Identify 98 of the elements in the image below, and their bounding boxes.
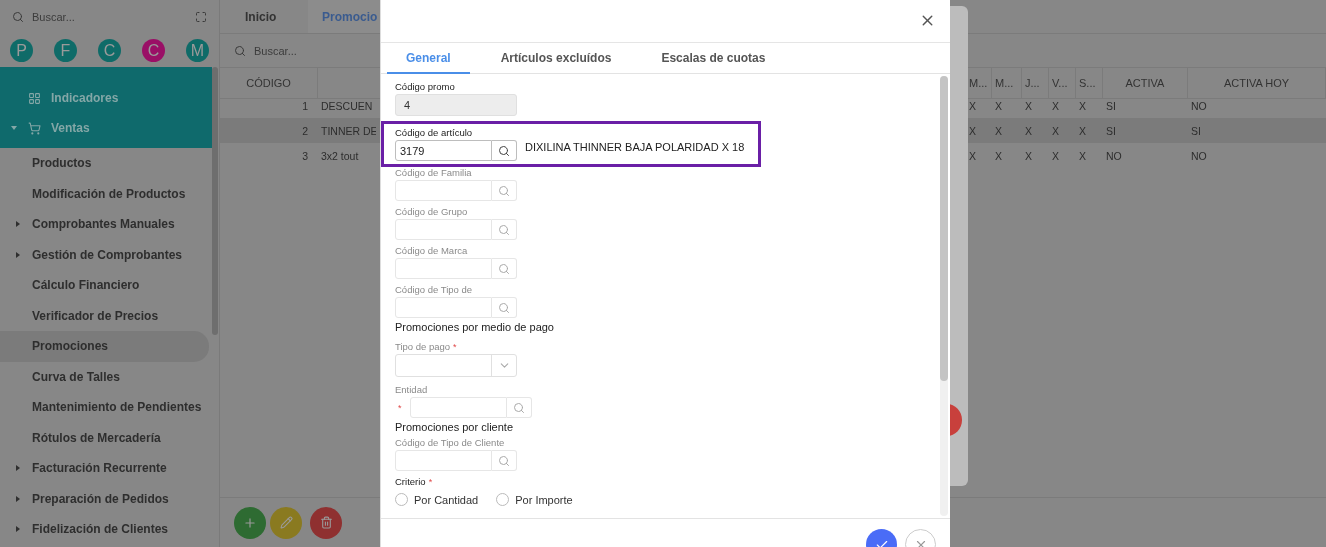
table-cell-text: NO (1190, 98, 1208, 114)
table-cell-text: X (968, 148, 977, 164)
edit-button[interactable] (270, 506, 302, 539)
search-icon (498, 223, 510, 236)
menu-item[interactable]: Verificador de Precios (0, 300, 209, 331)
input-field[interactable]: 4 (395, 94, 517, 117)
shortcut-avatar[interactable]: C (98, 39, 121, 62)
table-cell: X (1076, 118, 1103, 143)
table-cell-text: 3 (301, 148, 309, 164)
field-label: Código de Familia (395, 167, 473, 180)
menu-item[interactable]: Curva de Talles (0, 361, 209, 392)
shortcut-avatar[interactable]: P (10, 39, 33, 62)
table-cell-text: SI (1105, 98, 1117, 114)
field-label: Código de Marca (395, 245, 469, 258)
dialog-tab[interactable]: Artículos excluídos (481, 42, 631, 75)
column-header[interactable]: ACTIVA HOY (1188, 68, 1326, 99)
table-cell-text: X (1078, 98, 1087, 114)
table-cell-text: X (1024, 98, 1033, 114)
table-cell-text: 1 (301, 98, 309, 114)
search-icon (498, 454, 510, 467)
add-button[interactable] (234, 506, 266, 539)
search-icon (498, 262, 510, 275)
table-cell-text: X (994, 98, 1003, 114)
search-icon (498, 301, 510, 314)
article-description: DIXILINA THINNER BAJA POLARIDAD X 18 (525, 140, 745, 153)
search-button[interactable] (492, 140, 517, 162)
menu-item[interactable]: Comprobantes Manuales (0, 209, 209, 240)
menu-item[interactable]: Productos (0, 148, 209, 179)
column-header[interactable]: S... (1076, 68, 1103, 99)
field-label: Tipo de pago * (395, 341, 458, 354)
table-cell-text: X (994, 148, 1003, 164)
search-icon (12, 11, 24, 23)
column-header[interactable]: M... (992, 68, 1022, 99)
delete-button[interactable] (310, 506, 342, 539)
table-cell-text: DESCUEN (320, 98, 374, 114)
select-field[interactable] (395, 354, 517, 378)
table-cell: X (1049, 118, 1076, 143)
table-cell: X (966, 118, 992, 143)
menu-item[interactable]: Gestión de Comprobantes (0, 239, 209, 270)
menu-item[interactable]: Promociones (0, 331, 209, 362)
table-cell-text: 3x2 tout (320, 148, 360, 164)
table-cell-text: NO (1105, 148, 1123, 164)
table-cell-text: X (968, 98, 977, 114)
search-icon (498, 144, 510, 157)
fullscreen-icon[interactable] (195, 11, 207, 23)
caret-icon (11, 126, 17, 130)
field-label: Código promo (395, 81, 456, 94)
shortcut-avatar[interactable]: M (186, 39, 209, 62)
trash-icon (319, 516, 333, 529)
menu-item[interactable]: Modificación de Productos (0, 178, 209, 209)
table-cell: SI (1188, 118, 1326, 143)
search-icon (498, 184, 510, 197)
table-cell-text: X (1024, 148, 1033, 164)
plus-icon (243, 515, 257, 530)
column-header[interactable]: V... (1049, 68, 1076, 99)
field-label: Entidad (395, 384, 429, 397)
cart-icon (28, 121, 41, 135)
search-icon (234, 44, 246, 57)
radio-option[interactable]: Por Cantidad (395, 493, 479, 507)
table-cell: SI (1103, 118, 1188, 143)
dialog-tab[interactable]: Escalas de cuotas (642, 42, 785, 75)
menu-section[interactable]: Ventas (0, 113, 212, 143)
column-header[interactable]: J... (1022, 68, 1049, 99)
radio-option[interactable]: Por Importe (496, 493, 573, 507)
shortcut-avatar[interactable]: C (142, 39, 165, 62)
dialog-tab[interactable]: General (387, 42, 470, 75)
field-label: Código de Grupo (395, 206, 469, 219)
menu-item[interactable]: Facturación Recurrente (0, 453, 209, 484)
column-header[interactable]: ACTIVA (1103, 68, 1188, 99)
menu-section[interactable]: Indicadores (0, 83, 212, 113)
table-cell-text: X (1078, 148, 1087, 164)
menu-item[interactable]: Cálculo Financiero (0, 270, 209, 301)
table-cell-text: X (1051, 98, 1060, 114)
grid-icon (28, 91, 41, 105)
field-label: Criterio * (395, 476, 434, 489)
table-cell: X (1022, 118, 1049, 143)
field-label: Código de Tipo de Cliente (395, 437, 506, 450)
menu-item[interactable]: Preparación de Pedidos (0, 483, 209, 514)
field-label: Código de artículo (395, 127, 474, 140)
shortcut-avatar[interactable]: F (54, 39, 77, 62)
column-header[interactable]: CÓDIGO (220, 68, 318, 99)
required-mark: * (398, 402, 402, 413)
table-cell-text: X (1051, 148, 1060, 164)
menu-item[interactable]: Fidelización de Clientes (0, 514, 209, 545)
search-icon (512, 401, 525, 414)
scrollbar-thumb[interactable] (940, 76, 948, 382)
section-heading: Promociones por cliente (395, 421, 514, 434)
menu-item[interactable]: Rótulos de Mercadería (0, 422, 209, 453)
field-label: Código de Tipo de (395, 284, 474, 297)
menu-item[interactable]: Mantenimiento de Pendientes (0, 392, 209, 423)
input-field[interactable]: 3179 (395, 140, 492, 162)
section-heading: Promociones por medio de pago (395, 321, 555, 334)
table-cell: 2 (220, 118, 318, 143)
scrollbar-thumb[interactable] (212, 67, 218, 335)
table-cell-text: NO (1190, 148, 1208, 164)
pencil-icon (279, 516, 293, 529)
table-cell: X (992, 118, 1022, 143)
search-placeholder[interactable]: Buscar... (32, 11, 187, 23)
